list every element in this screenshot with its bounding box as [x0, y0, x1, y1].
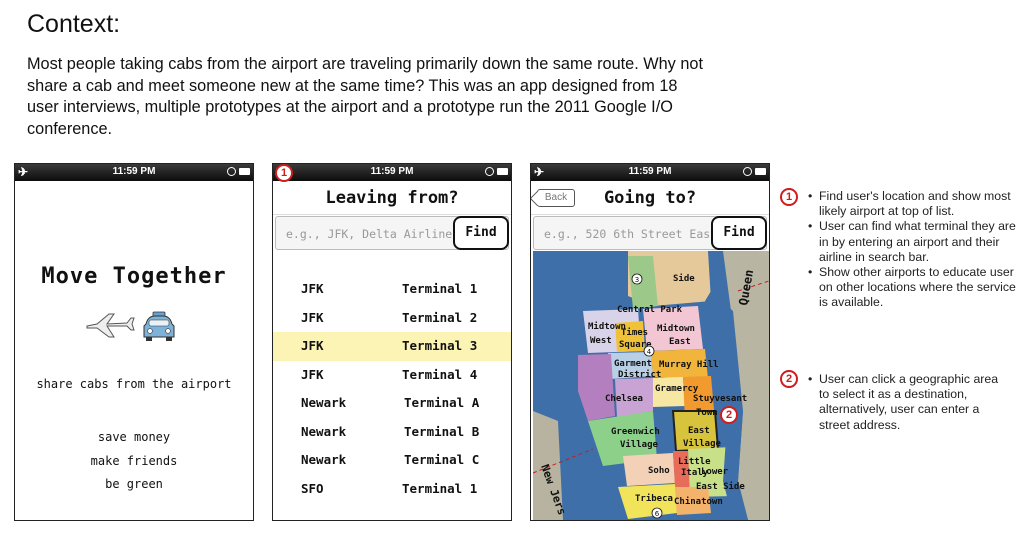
benefits-list: save money make friends be green	[15, 426, 253, 497]
terminal-name: Terminal 2	[402, 309, 478, 325]
label-times-1: Times	[621, 327, 648, 338]
label-les-1: Lower	[701, 467, 729, 477]
status-time: 11:59 PM	[628, 166, 672, 177]
airport-name: SFO	[301, 480, 324, 496]
terminal-name: Terminal A	[404, 395, 480, 410]
back-button[interactable]: Back	[537, 189, 575, 207]
terminal-name: Terminal C	[404, 452, 480, 467]
terminal-row[interactable]: JFK Terminal 4	[273, 361, 511, 390]
region-central-park[interactable]	[628, 256, 658, 309]
label-murray-hill: Murray Hill	[659, 359, 719, 370]
label-central-park: Central Park	[617, 305, 683, 315]
terminal-row[interactable]: Newark Terminal C	[273, 446, 511, 475]
airport-name: Newark	[301, 452, 347, 467]
label-gramercy: Gramercy	[655, 384, 699, 394]
terminal-row[interactable]: JFK Terminal 1	[273, 275, 511, 304]
annotation-badge-2: 2	[720, 406, 738, 424]
airport-name: JFK	[301, 338, 324, 353]
airport-search-input[interactable]: e.g., JFK, Delta Airlines Find	[275, 216, 509, 250]
note-badge-1: 1	[780, 188, 798, 206]
subway-label-3: 3	[635, 276, 639, 284]
status-bar: ✈ 11:59 PM	[531, 164, 769, 181]
screen-header: Leaving from?	[273, 181, 511, 215]
status-bar: ✈ 11:59 PM	[15, 164, 253, 181]
manhattan-neighborhood-map[interactable]: Side Central Park Queen Midtown West Tim…	[533, 251, 769, 520]
label-midtown-west-2: West	[590, 336, 612, 346]
airport-name: JFK	[301, 309, 324, 325]
alarm-clock-icon	[485, 167, 494, 176]
label-east-village-2: Village	[683, 438, 722, 449]
plane-and-taxi-illustration	[86, 311, 175, 341]
airplane-icon	[86, 313, 135, 338]
airport-name: Newark	[301, 423, 347, 439]
note-item: Show other airports to educate user on o…	[808, 265, 1018, 311]
label-les-2: East Side	[696, 481, 745, 492]
label-tribeca: Tribeca	[635, 493, 673, 504]
status-time: 11:59 PM	[370, 166, 414, 177]
note-badge-2: 2	[780, 370, 798, 388]
terminal-name: Terminal 1	[402, 480, 478, 496]
note-item: User can click a geographic area to sele…	[808, 372, 1008, 433]
status-time: 11:59 PM	[112, 166, 156, 177]
alarm-clock-icon	[227, 167, 236, 176]
terminal-name: Terminal 3	[402, 338, 478, 353]
label-midtown-east-2: East	[669, 337, 691, 347]
label-greenwich-2: Village	[620, 439, 659, 450]
search-placeholder: e.g., JFK, Delta Airlines	[286, 227, 460, 241]
alarm-clock-icon	[743, 167, 752, 176]
app-title: Move Together	[41, 264, 227, 289]
subway-label-4: 4	[647, 348, 652, 356]
find-button[interactable]: Find	[711, 216, 767, 250]
label-greenwich-1: Greenwich	[611, 426, 660, 437]
terminal-row[interactable]: JFK Terminal 2	[273, 304, 511, 333]
phone-screen-splash: ✈ 11:59 PM Move Together share cabs from…	[14, 163, 254, 521]
terminal-name: Terminal 4	[402, 366, 478, 382]
label-stuy-1: Stuyvesant	[693, 394, 747, 404]
find-button[interactable]: Find	[453, 216, 509, 250]
benefit-money: save money	[97, 430, 171, 444]
terminal-name: Terminal 1	[402, 281, 478, 296]
label-chelsea: Chelsea	[605, 394, 643, 404]
label-garment-2: District	[618, 369, 661, 380]
context-title: Context:	[27, 10, 121, 38]
terminal-row[interactable]: SFO Terminal 1	[273, 475, 511, 504]
battery-icon	[755, 168, 766, 175]
label-little-italy-1: Little	[678, 456, 711, 467]
notes-section-1: Find user's location and show most likel…	[808, 189, 1018, 311]
note-item: User can find what terminal they are in …	[808, 219, 1018, 265]
battery-icon	[239, 168, 250, 175]
tagline: share cabs from the airport	[36, 377, 232, 391]
phone-screen-leaving-from: ✈ 11:59 PM Leaving from? e.g., JFK, Delt…	[272, 163, 512, 521]
annotation-badge-1: 1	[275, 164, 293, 182]
status-bar: ✈ 11:59 PM	[273, 164, 511, 181]
notes-section-2: User can click a geographic area to sele…	[808, 372, 1008, 433]
search-placeholder: e.g., 520 6th Street East	[544, 227, 718, 241]
subway-label-6: 6	[655, 510, 660, 518]
context-description: Most people taking cabs from the airport…	[27, 55, 703, 138]
airport-name: JFK	[301, 281, 324, 296]
battery-icon	[497, 168, 508, 175]
label-garment-1: Garment	[614, 359, 652, 369]
label-stuy-2: Town	[696, 408, 718, 418]
benefit-green: be green	[105, 477, 163, 491]
label-chinatown: Chinatown	[674, 496, 723, 507]
airport-name: JFK	[301, 366, 324, 382]
address-search-input[interactable]: e.g., 520 6th Street East Find	[533, 216, 767, 250]
label-side: Side	[673, 273, 695, 284]
label-midtown-east-1: Midtown	[657, 323, 695, 334]
label-east-village-1: East	[688, 426, 710, 436]
label-soho: Soho	[648, 466, 670, 476]
taxi-icon	[143, 311, 175, 341]
benefit-friends: make friends	[90, 453, 178, 468]
terminal-row[interactable]: Newark Terminal B	[273, 418, 511, 447]
phone-screen-going-to: ✈ 11:59 PM Going to? Back e.g., 520 6th …	[530, 163, 770, 521]
airport-name: Newark	[301, 395, 347, 410]
terminal-name: Terminal B	[404, 423, 480, 439]
note-item: Find user's location and show most likel…	[808, 189, 1018, 219]
terminal-row-selected[interactable]: JFK Terminal 3	[273, 332, 511, 361]
terminal-row[interactable]: Newark Terminal A	[273, 389, 511, 418]
